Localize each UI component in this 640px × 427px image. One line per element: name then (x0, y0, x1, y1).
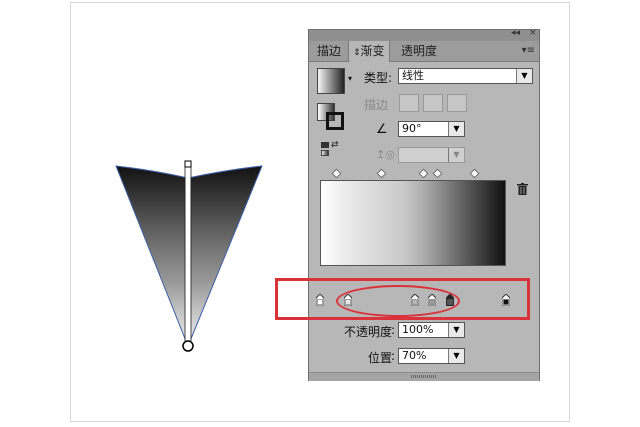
aspect-field[interactable]: ▼ (398, 147, 465, 163)
type-select[interactable]: 线性 ▼ (398, 68, 533, 84)
gradient-slider[interactable] (320, 180, 506, 266)
chevron-down-icon: ▼ (448, 349, 464, 363)
stroke-within-icon[interactable] (399, 94, 419, 112)
aspect-ratio-icon: ↥◎ (376, 148, 395, 161)
stroke-along-icon[interactable] (423, 94, 443, 112)
angle-icon: ∠ (376, 122, 388, 137)
location-field[interactable]: 70% ▼ (398, 348, 465, 364)
location-colon: : (391, 349, 396, 363)
opacity-colon: : (391, 323, 396, 337)
gradient-end-handle[interactable] (184, 160, 192, 168)
angle-field[interactable]: 90° ▼ (398, 121, 465, 137)
tab-arrows-icon: ⇕ (353, 48, 361, 58)
tab-stroke[interactable]: 描边 (313, 41, 345, 61)
reverse-gradient-icon[interactable]: ⇄ (321, 140, 339, 156)
type-label: 类型: (364, 71, 393, 85)
panel-menu-icon[interactable]: ▾≡ (522, 45, 535, 56)
tab-gradient[interactable]: ⇕渐变 (348, 41, 390, 62)
panel-titlebar[interactable]: ◂◂ × (309, 28, 539, 41)
opacity-field[interactable]: 100% ▼ (398, 322, 465, 338)
gradient-origin-handle[interactable] (182, 340, 194, 352)
panel-tabs: 描边 ⇕渐变 透明度 ▾≡ (309, 41, 539, 62)
location-label: 位置 (368, 351, 393, 365)
annotation-ellipse (336, 285, 460, 317)
stroke-across-icon[interactable] (447, 94, 467, 112)
stroke-label: 描边 (364, 98, 389, 112)
trash-icon[interactable] (517, 183, 528, 195)
collapse-icon[interactable]: ◂◂ (511, 28, 520, 38)
close-icon[interactable]: × (529, 28, 537, 38)
chevron-down-icon: ▼ (516, 69, 532, 83)
gradient-swatch[interactable] (317, 68, 345, 94)
panel-resize-grip[interactable] (309, 372, 539, 381)
opacity-label: 不透明度 (344, 325, 393, 339)
tab-transparency[interactable]: 透明度 (397, 41, 441, 61)
stroke-swatch-icon[interactable] (326, 112, 344, 130)
chevron-down-icon: ▼ (448, 323, 464, 337)
chevron-down-icon: ▼ (448, 148, 464, 162)
chevron-down-icon: ▼ (448, 122, 464, 136)
swatch-dropdown-icon[interactable]: ▾ (348, 74, 352, 83)
